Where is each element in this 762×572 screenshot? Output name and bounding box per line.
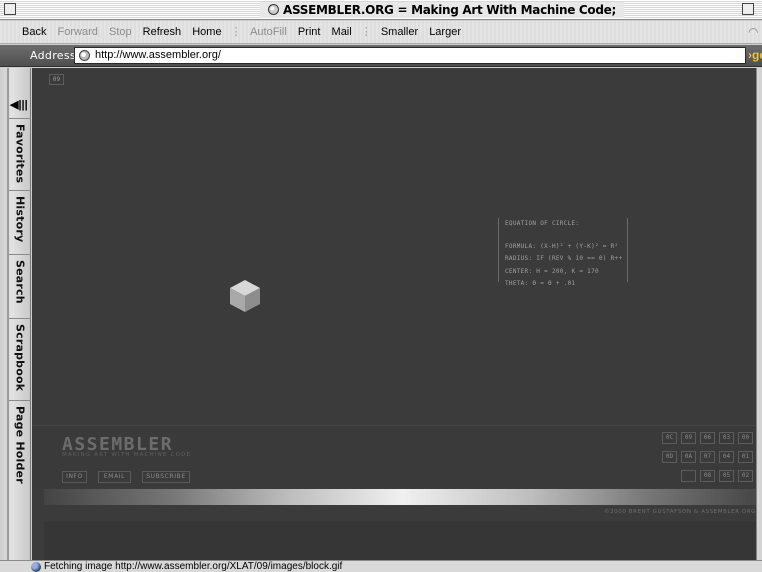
zoom-box[interactable]	[742, 3, 754, 15]
logo-text: ASSEMBLER	[62, 434, 173, 452]
tab-scrapbook-label: Scrapbook	[13, 324, 27, 392]
autofill-button[interactable]: AutoFill	[250, 26, 287, 38]
back-button[interactable]: Back	[22, 26, 46, 38]
subscribe-link[interactable]: SUBSCRIBE	[142, 471, 190, 483]
section-link-07[interactable]: 07	[700, 451, 715, 463]
section-number: 09	[49, 74, 64, 85]
window-title-text: ASSEMBLER.ORG = Making Art With Machine …	[283, 3, 617, 17]
throbber-icon: ◠	[748, 25, 759, 39]
window-right-edge	[756, 68, 762, 560]
loading-globe-icon	[31, 562, 41, 572]
section-link-01[interactable]: 01	[738, 451, 753, 463]
status-bar: Fetching image http://www.assembler.org/…	[0, 560, 762, 572]
equation-center: CENTER: H = 200, K = 170	[505, 267, 599, 275]
go-button[interactable]: ›go	[748, 48, 762, 62]
window-title: ASSEMBLER.ORG = Making Art With Machine …	[260, 2, 625, 18]
copyright-notice: ©2000 BRENT GUSTAFSON & ASSEMBLER.ORG	[603, 509, 756, 515]
explorer-bar: ◀||| Favorites History Search Scrapbook …	[0, 68, 31, 560]
toolbar-separator: ⋮	[360, 26, 372, 38]
tab-history[interactable]: History	[9, 190, 31, 250]
tab-search-label: Search	[13, 260, 27, 304]
stop-button[interactable]: Stop	[109, 26, 132, 38]
title-bar: ASSEMBLER.ORG = Making Art With Machine …	[0, 0, 762, 20]
section-link-0b[interactable]	[681, 470, 696, 482]
info-link[interactable]: INFO	[62, 471, 87, 483]
section-link-00[interactable]: 00	[738, 432, 753, 444]
equation-formula: FORMULA: (X-H)² + (Y-K)² = R²	[505, 242, 619, 250]
toolbar-separator: ⋮	[230, 26, 242, 38]
tab-page-holder[interactable]: Page Holder	[9, 400, 31, 486]
forward-button[interactable]: Forward	[58, 26, 98, 38]
go-label: go	[752, 48, 762, 62]
section-link-03[interactable]: 03	[719, 432, 734, 444]
smaller-button[interactable]: Smaller	[381, 26, 418, 38]
web-page: 09 EQUATION OF CIRCLE: FORMULA: (X-H)² +…	[32, 68, 762, 560]
section-link-08[interactable]: 08	[700, 470, 715, 482]
address-url[interactable]: http://www.assembler.org/	[95, 49, 221, 61]
equation-theta: THETA: Θ = Θ + .01	[505, 280, 576, 287]
mail-button[interactable]: Mail	[332, 26, 352, 38]
section-link-02[interactable]: 02	[738, 470, 753, 482]
section-link-09[interactable]: 09	[681, 432, 696, 444]
print-button[interactable]: Print	[298, 26, 321, 38]
section-link-06[interactable]: 06	[700, 432, 715, 444]
logo-tagline: MAKING ART WITH MACHINE CODE	[62, 452, 192, 458]
collapse-sidebar-icon[interactable]: ◀|||	[10, 98, 29, 112]
assembler-logo[interactable]: ASSEMBLER	[62, 434, 198, 452]
status-text: Fetching image http://www.assembler.org/…	[44, 561, 343, 572]
section-link-04[interactable]: 04	[719, 451, 734, 463]
equation-panel: EQUATION OF CIRCLE: FORMULA: (X-H)² + (Y…	[498, 218, 628, 287]
tab-favorites[interactable]: Favorites	[9, 118, 31, 188]
address-input[interactable]: http://www.assembler.org/	[74, 47, 746, 64]
refresh-button[interactable]: Refresh	[143, 26, 182, 38]
section-link-0d[interactable]: 0D	[662, 451, 677, 463]
address-label: Address:	[30, 49, 80, 62]
close-box[interactable]	[4, 3, 16, 15]
gradient-bar	[44, 489, 762, 505]
site-icon	[79, 50, 90, 61]
section-link-0a[interactable]: 0A	[681, 451, 696, 463]
email-link[interactable]: EMAIL	[98, 471, 131, 483]
equation-radius: RADIUS: IF (REV % 10 == 0) R++	[505, 255, 623, 262]
tab-page-holder-label: Page Holder	[13, 406, 27, 484]
section-link-05[interactable]: 05	[719, 470, 734, 482]
section-link-0c[interactable]: 0C	[662, 432, 677, 444]
larger-button[interactable]: Larger	[429, 26, 461, 38]
tab-history-label: History	[13, 196, 27, 243]
cube-graphic	[230, 280, 260, 312]
bottom-strip	[44, 521, 762, 560]
globe-icon	[268, 4, 279, 15]
home-button[interactable]: Home	[192, 26, 221, 38]
tab-scrapbook[interactable]: Scrapbook	[9, 318, 31, 400]
address-bar: Address: http://www.assembler.org/ ›go	[0, 45, 762, 67]
browser-toolbar: Back Forward Stop Refresh Home ⋮ AutoFil…	[0, 21, 762, 44]
tab-search[interactable]: Search	[9, 254, 31, 314]
tab-favorites-label: Favorites	[13, 124, 27, 184]
equation-title: EQUATION OF CIRCLE:	[505, 220, 580, 227]
